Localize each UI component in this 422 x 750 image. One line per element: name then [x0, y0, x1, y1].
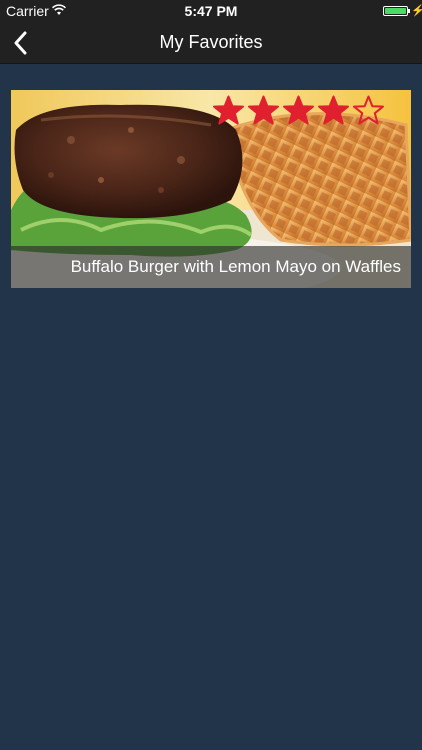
page-title: My Favorites: [159, 32, 263, 52]
navigation-bar: My Favorites: [0, 22, 422, 64]
battery-level: [385, 8, 406, 14]
star-rating[interactable]: [212, 95, 387, 127]
recipe-title: Buffalo Burger with Lemon Mayo on Waffle…: [70, 257, 401, 276]
star-filled-icon[interactable]: [317, 95, 350, 125]
star-empty-icon[interactable]: [352, 95, 385, 125]
charging-bolt-icon: ⚡: [411, 5, 422, 17]
status-time: 5:47 PM: [184, 3, 238, 19]
star-filled-icon[interactable]: [247, 95, 280, 125]
battery-icon: [383, 6, 408, 16]
favorite-recipe-card[interactable]: Buffalo Burger with Lemon Mayo on Waffle…: [11, 90, 411, 288]
battery-tip: [408, 9, 410, 13]
status-bar: Carrier 5:47 PM ⚡: [0, 0, 422, 22]
star-filled-icon[interactable]: [282, 95, 315, 125]
star-filled-icon[interactable]: [212, 95, 245, 125]
